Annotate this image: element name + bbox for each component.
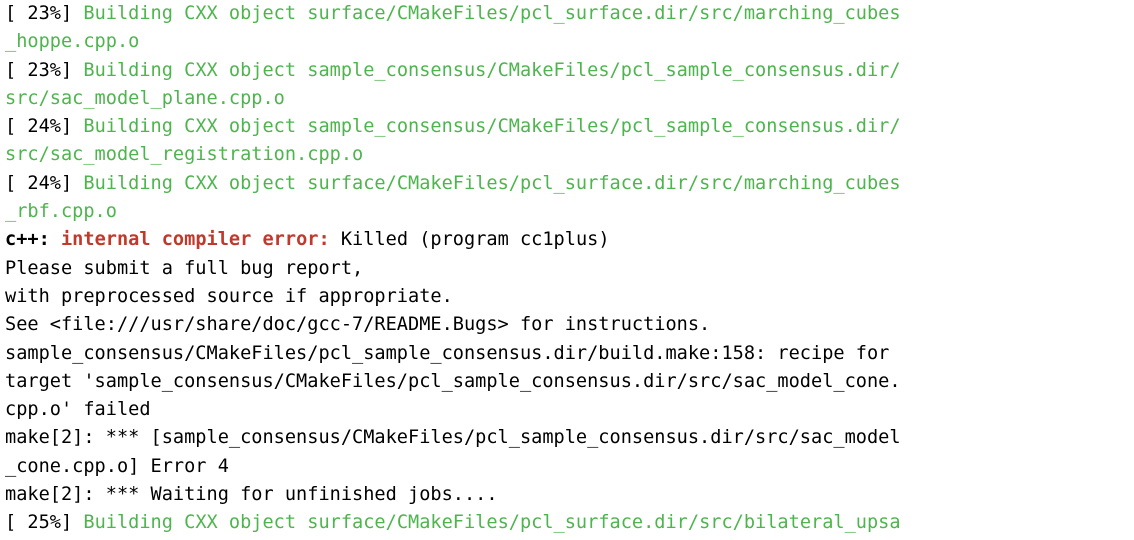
terminal-text-segment: Building CXX object surface/CMakeFiles/p… [83, 172, 901, 194]
terminal-line: _rbf.cpp.o [0, 198, 1134, 226]
terminal-line: [ 24%] Building CXX object sample_consen… [0, 113, 1134, 141]
terminal-output-pane[interactable]: [ 23%] Building CXX object surface/CMake… [0, 0, 1134, 540]
terminal-text-segment: _cone.cpp.o] Error 4 [5, 455, 229, 477]
terminal-line: make[2]: *** Waiting for unfinished jobs… [0, 481, 1134, 509]
terminal-line: sample_consensus/CMakeFiles/pcl_sample_c… [0, 340, 1134, 368]
terminal-text-segment: target 'sample_consensus/CMakeFiles/pcl_… [5, 370, 901, 392]
terminal-text-segment: Building CXX object sample_consensus/CMa… [83, 116, 901, 138]
terminal-line: [ 25%] Building CXX object surface/CMake… [0, 509, 1134, 537]
terminal-line: _hoppe.cpp.o [0, 28, 1134, 56]
terminal-text-segment: [ 24%] [5, 172, 84, 194]
terminal-line: [ 24%] Building CXX object surface/CMake… [0, 170, 1134, 198]
terminal-text-segment: Killed (program cc1plus) [340, 229, 610, 251]
terminal-text-segment: [ 24%] [5, 116, 84, 138]
terminal-text-segment: sample_consensus/CMakeFiles/pcl_sample_c… [5, 342, 890, 364]
terminal-line: See <file:///usr/share/doc/gcc-7/README.… [0, 311, 1134, 339]
terminal-text-segment: with preprocessed source if appropriate. [5, 285, 453, 307]
terminal-text-segment: make[2]: *** Waiting for unfinished jobs… [5, 484, 498, 506]
terminal-line: cpp.o' failed [0, 396, 1134, 424]
terminal-line: src/sac_model_plane.cpp.o [0, 85, 1134, 113]
terminal-line: Please submit a full bug report, [0, 255, 1134, 283]
terminal-line: target 'sample_consensus/CMakeFiles/pcl_… [0, 368, 1134, 396]
terminal-text-segment: Building CXX object surface/CMakeFiles/p… [83, 3, 901, 24]
terminal-text-segment: make[2]: *** [sample_consensus/CMakeFile… [5, 427, 901, 449]
terminal-text-segment: Building CXX object surface/CMakeFiles/p… [83, 512, 901, 534]
terminal-line: _cone.cpp.o] Error 4 [0, 453, 1134, 481]
terminal-text-segment: _hoppe.cpp.o [5, 31, 140, 53]
terminal-line: [ 23%] Building CXX object sample_consen… [0, 57, 1134, 85]
terminal-text-segment: cpp.o' failed [5, 399, 151, 421]
terminal-text-segment: internal compiler error: [60, 229, 341, 251]
terminal-line: c++: internal compiler error: Killed (pr… [0, 226, 1134, 254]
terminal-text-segment: See <file:///usr/share/doc/gcc-7/README.… [5, 314, 711, 336]
terminal-line: with preprocessed source if appropriate. [0, 283, 1134, 311]
terminal-text-segment: c++: [5, 229, 61, 251]
terminal-text-segment: Building CXX object sample_consensus/CMa… [83, 59, 901, 81]
terminal-line: make[2]: *** [sample_consensus/CMakeFile… [0, 424, 1134, 452]
terminal-line: [ 23%] Building CXX object surface/CMake… [0, 0, 1134, 28]
terminal-text-segment: [ 23%] [5, 3, 84, 24]
terminal-text-segment: Please submit a full bug report, [5, 257, 364, 279]
terminal-text-segment: _rbf.cpp.o [5, 201, 117, 223]
terminal-text-segment: [ 23%] [5, 59, 84, 81]
terminal-text-segment: src/sac_model_plane.cpp.o [5, 87, 285, 109]
terminal-text-segment: [ 25%] [5, 512, 84, 534]
terminal-text-segment: src/sac_model_registration.cpp.o [5, 144, 364, 166]
terminal-line-list: [ 23%] Building CXX object surface/CMake… [0, 0, 1134, 540]
terminal-line: src/sac_model_registration.cpp.o [0, 141, 1134, 169]
